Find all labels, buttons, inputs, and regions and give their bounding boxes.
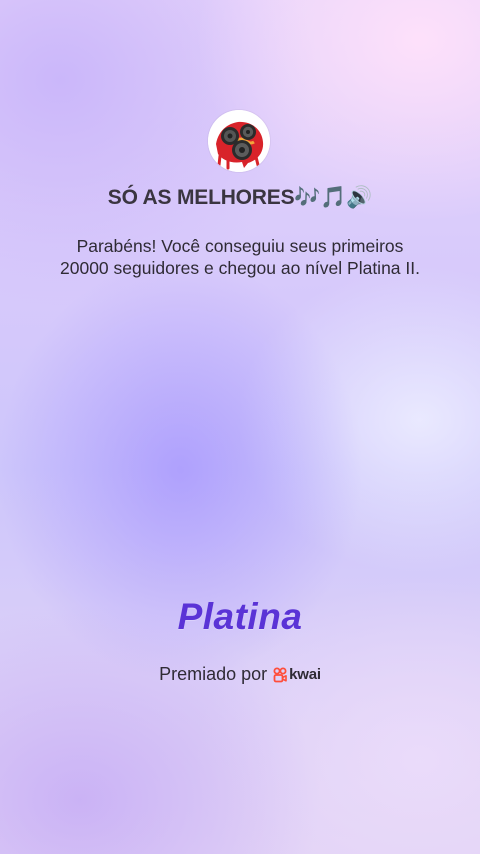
level-name: Platina [177, 596, 303, 637]
profile-name: SÓ AS MELHORES🎶🎵🔊 [107, 186, 373, 209]
awarded-by-label: Premiado por [159, 664, 268, 684]
avatar [208, 110, 270, 172]
awarded-by: Premiado por kwai [0, 664, 480, 685]
kwai-brand-name: kwai [289, 666, 321, 683]
congratulations-message: Parabéns! Você conseguiu seus primeiros … [60, 236, 420, 278]
speakers-avatar-icon [208, 110, 270, 172]
kwai-brand: kwai [273, 666, 321, 683]
kwai-logo-icon [273, 667, 287, 682]
